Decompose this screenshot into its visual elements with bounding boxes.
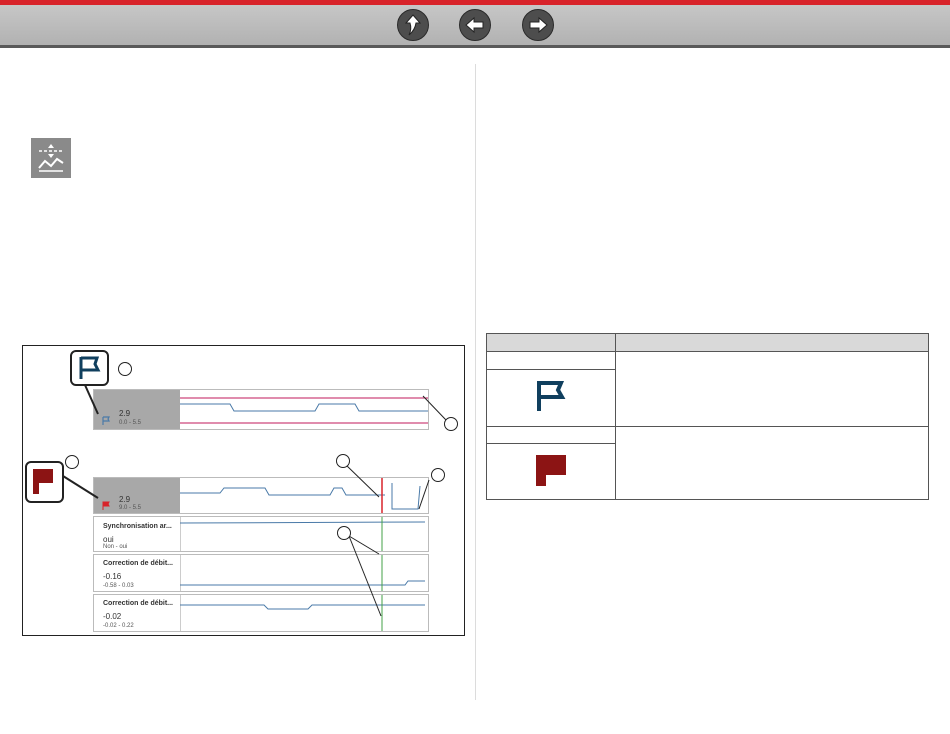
table-header [487, 334, 928, 352]
top-bar-shadow [0, 45, 950, 48]
table-row-divider [487, 443, 615, 444]
back-button[interactable] [459, 9, 491, 41]
table-row-divider [487, 426, 928, 427]
callout-overlay [25, 350, 447, 617]
callout-marker [336, 454, 350, 468]
graph-figure: 2.9 0.0 - 5.5 2.9 9.0 - 5.5 Synchronisat… [22, 345, 465, 636]
up-arrow-icon [404, 14, 422, 36]
callout-marker [65, 455, 79, 469]
flag-blue-icon [537, 381, 566, 411]
top-accent-line [0, 0, 950, 5]
flag-table [486, 333, 929, 500]
forward-button[interactable] [522, 9, 554, 41]
callout-marker [118, 362, 132, 376]
table-column-divider [615, 334, 616, 499]
forward-arrow-icon [529, 16, 548, 34]
flag-red-icon [536, 455, 566, 486]
table-row-divider [487, 369, 615, 370]
back-arrow-icon [465, 16, 484, 34]
callout-marker [444, 417, 458, 431]
up-button[interactable] [397, 9, 429, 41]
table-row-divider [487, 351, 928, 352]
scale-graph-tool-icon [31, 138, 71, 178]
column-divider [475, 64, 476, 700]
top-nav-bar [0, 0, 950, 48]
callout-marker [337, 526, 351, 540]
callout-marker [431, 468, 445, 482]
